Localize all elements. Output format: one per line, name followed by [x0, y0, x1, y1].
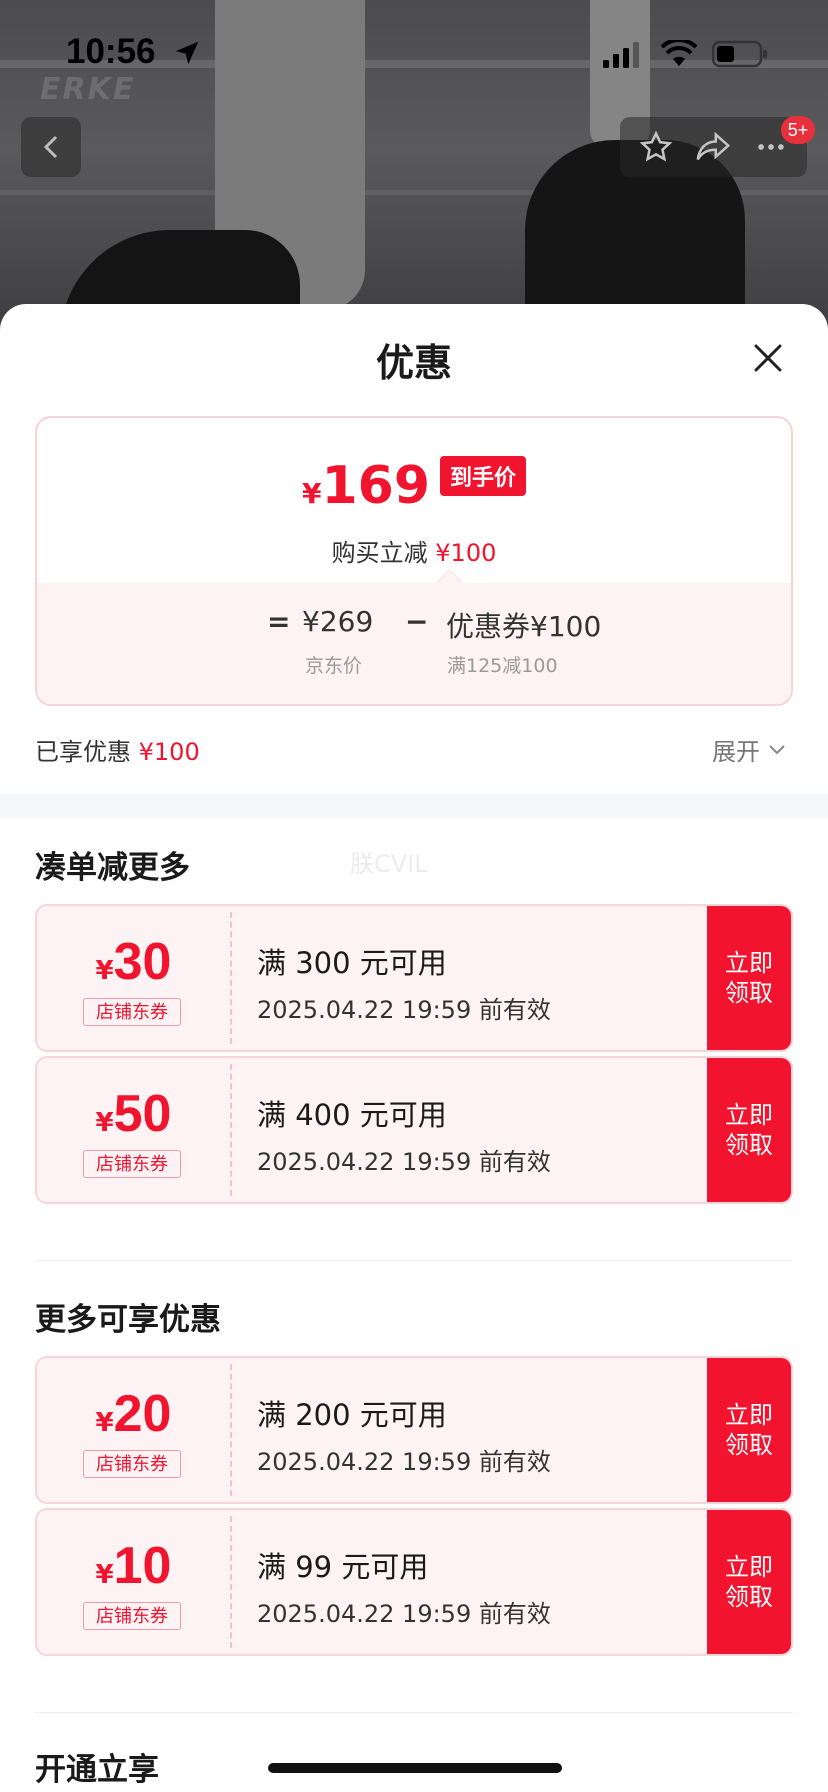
instant-discount-amount: ¥100 — [435, 539, 497, 567]
coupon-amount: ¥50 — [95, 1085, 172, 1143]
expand-button[interactable]: 展开 — [712, 732, 786, 767]
share-icon[interactable] — [695, 130, 731, 164]
coupon-perforation — [230, 1364, 232, 1496]
coupon-validity: 2025.04.22 19:59 前有效 — [257, 996, 551, 1024]
star-favorite-icon[interactable] — [639, 130, 673, 164]
jd-price: ¥269 — [302, 605, 374, 638]
location-arrow-icon — [175, 41, 199, 65]
instant-discount: 购买立减 ¥100 — [331, 539, 497, 567]
chevron-left-icon — [43, 135, 58, 159]
wifi-icon — [661, 40, 697, 66]
divider — [35, 1712, 793, 1713]
coupon-value-area: ¥30 店铺东券 — [37, 906, 230, 1050]
section-title-combine-orders: 凑单减更多 — [35, 850, 190, 886]
status-bar: 10:56 — [0, 0, 828, 100]
watermark-text: 朕CVIL — [350, 850, 428, 878]
minus-sign: − — [405, 605, 429, 638]
coupon-amount: ¥20 — [95, 1385, 172, 1443]
coupon-type-tag: 店铺东券 — [83, 1150, 181, 1178]
final-price-tag: 到手价 — [440, 456, 527, 496]
coupon-validity: 2025.04.22 19:59 前有效 — [257, 1148, 551, 1176]
coupon-perforation — [230, 1516, 232, 1648]
coupon-perforation — [230, 912, 232, 1044]
coupon-condition: 满 400 元可用 — [257, 1098, 447, 1132]
coupon-amount: ¥30 — [95, 933, 172, 991]
message-count-badge: 5+ — [781, 116, 815, 144]
jd-price-label: 京东价 — [305, 655, 363, 677]
coupon-type-tag: 店铺东券 — [83, 1450, 181, 1478]
status-time: 10:56 — [66, 32, 156, 71]
sheet-title: 优惠 — [375, 341, 452, 385]
coupon-type-tag: 店铺东券 — [83, 1602, 181, 1630]
chevron-down-icon — [769, 744, 785, 754]
coupon-value-area: ¥20 店铺东券 — [37, 1358, 230, 1502]
final-price-value: 169 — [321, 456, 430, 516]
coupon-value-area: ¥10 店铺东券 — [37, 1510, 230, 1654]
back-button[interactable] — [21, 117, 81, 177]
divider — [35, 1260, 793, 1261]
coupon-card: ¥10 店铺东券 满 99 元可用 2025.04.22 19:59 前有效 立… — [35, 1508, 793, 1656]
enjoyed-discount-amount: ¥100 — [138, 738, 200, 766]
price-breakdown-card: ¥169 到手价 购买立减 ¥100 = ¥269 − 优惠券¥100 京东价 满… — [35, 416, 793, 706]
claim-coupon-button[interactable]: 立即领取 — [707, 1510, 791, 1654]
coupon-validity: 2025.04.22 19:59 前有效 — [257, 1600, 551, 1628]
discount-sheet: 优惠 ¥169 到手价 购买立减 ¥100 = ¥269 − 优惠券¥100 京东… — [0, 304, 828, 1792]
home-indicator — [268, 1763, 562, 1773]
claim-coupon-button[interactable]: 立即领取 — [707, 1058, 791, 1202]
section-title-more-discounts: 更多可享优惠 — [35, 1302, 221, 1338]
price-formula: = ¥269 − 优惠券¥100 京东价 满125减100 — [37, 569, 791, 704]
coupon-condition: 满 300 元可用 — [257, 946, 447, 980]
coupon-condition: 满 200 元可用 — [257, 1398, 447, 1432]
top-action-group — [620, 117, 807, 177]
battery-icon — [712, 40, 767, 68]
section-title-activate: 开通立享 — [35, 1752, 159, 1788]
coupon-validity: 2025.04.22 19:59 前有效 — [257, 1448, 551, 1476]
coupon-perforation — [230, 1064, 232, 1196]
section-divider — [0, 794, 828, 818]
claim-coupon-button[interactable]: 立即领取 — [707, 1358, 791, 1502]
enjoyed-discount: 已享优惠 ¥100 — [35, 738, 200, 766]
final-price: ¥169 到手价 — [37, 456, 791, 516]
coupon-card: ¥30 店铺东券 满 300 元可用 2025.04.22 19:59 前有效 … — [35, 904, 793, 1052]
coupon-card: ¥20 店铺东券 满 200 元可用 2025.04.22 19:59 前有效 … — [35, 1356, 793, 1504]
coupon-type-tag: 店铺东券 — [83, 998, 181, 1026]
coupon-value-area: ¥50 店铺东券 — [37, 1058, 230, 1202]
coupon-rule: 满125减100 — [447, 655, 558, 677]
equals-sign: = — [267, 605, 291, 638]
claim-coupon-button[interactable]: 立即领取 — [707, 906, 791, 1050]
coupon-card: ¥50 店铺东券 满 400 元可用 2025.04.22 19:59 前有效 … — [35, 1056, 793, 1204]
close-icon[interactable] — [750, 340, 786, 376]
coupon-discount: 优惠券¥100 — [446, 610, 602, 643]
coupon-amount: ¥10 — [95, 1537, 172, 1595]
cellular-signal-icon — [603, 42, 639, 68]
coupon-condition: 满 99 元可用 — [257, 1550, 429, 1584]
